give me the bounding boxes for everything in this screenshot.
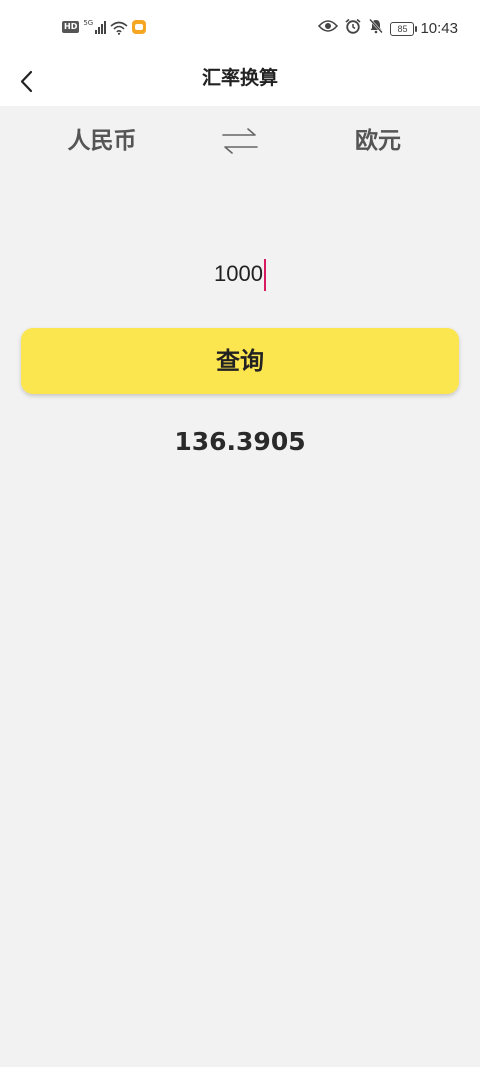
signal-icon: 5G	[83, 19, 107, 34]
swap-arrows-icon	[222, 128, 258, 154]
amount-input[interactable]: 1000	[214, 252, 263, 296]
wifi-icon	[110, 20, 128, 35]
status-time: 10:43	[420, 20, 458, 37]
from-currency[interactable]: 人民币	[42, 116, 162, 166]
text-caret	[263, 258, 266, 291]
header: 汇率换算	[0, 58, 480, 106]
battery-icon: 85	[390, 21, 418, 36]
mute-bell-icon	[368, 18, 384, 39]
to-currency[interactable]: 欧元	[318, 116, 438, 166]
currency-row: 人民币 欧元	[0, 116, 480, 166]
swap-button[interactable]	[218, 124, 262, 158]
app-notification-icon	[132, 20, 147, 34]
status-bar: HD 5G 85 10:43	[0, 0, 480, 58]
conversion-result: 136.3905	[174, 427, 306, 456]
status-right: 85 10:43	[318, 18, 458, 39]
alarm-icon	[344, 18, 362, 39]
hd-badge: HD	[62, 21, 80, 33]
query-button[interactable]: 查询	[21, 328, 459, 394]
eye-icon	[318, 19, 339, 38]
amount-field[interactable]: 1000	[60, 252, 420, 296]
page-title: 汇率换算	[201, 67, 278, 89]
network-type: 5G	[83, 19, 94, 27]
status-left: HD 5G	[62, 19, 147, 35]
